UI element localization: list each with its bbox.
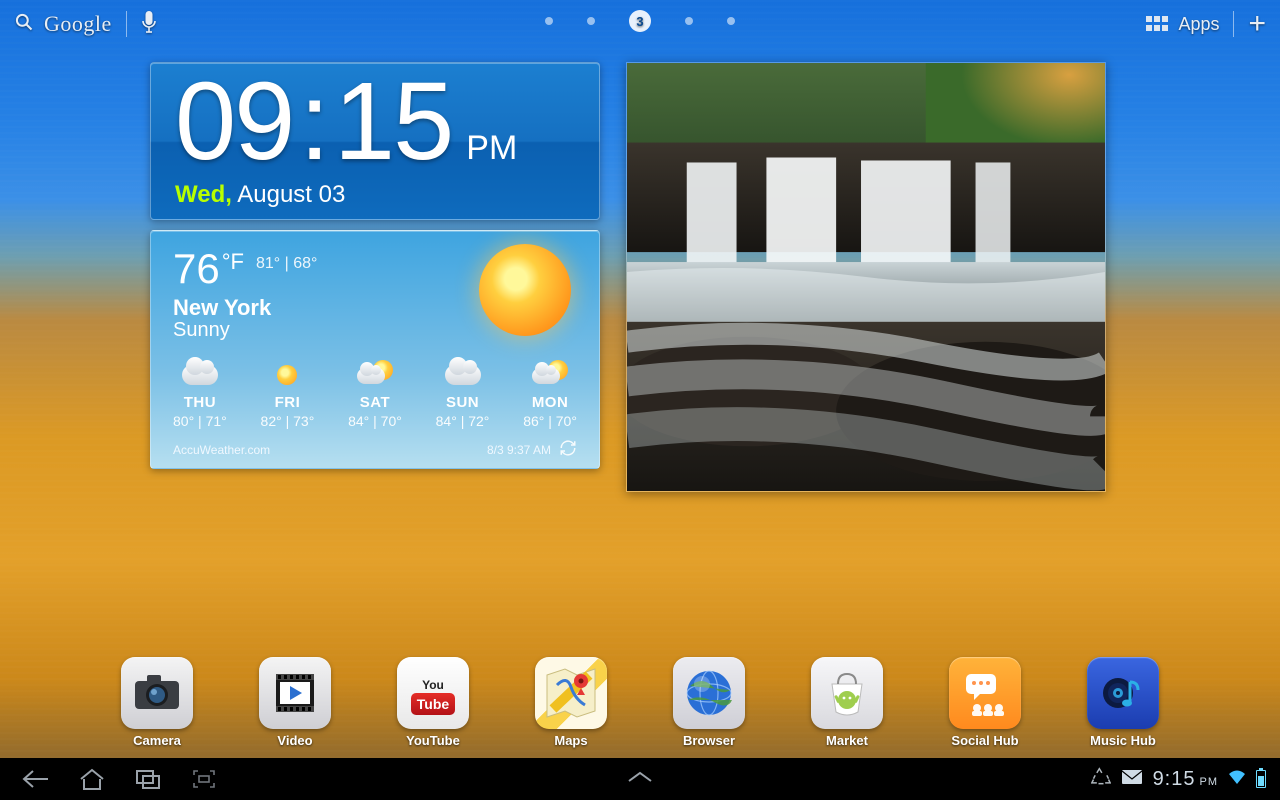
app-label: Video: [277, 733, 312, 748]
weather-high: 81°: [256, 255, 280, 272]
weather-low: 68°: [293, 255, 317, 272]
page-dot[interactable]: 3: [629, 10, 651, 32]
weather-location: New York: [173, 295, 317, 321]
weather-refresh-button[interactable]: [559, 439, 577, 460]
page-dot[interactable]: [685, 17, 693, 25]
app-browser[interactable]: Browser: [670, 657, 748, 748]
clock-month-day: August 03: [237, 181, 345, 208]
weather-provider: AccuWeather.com: [173, 443, 270, 457]
app-label: Market: [826, 733, 868, 748]
clock-colon: :: [299, 67, 328, 177]
app-musichub[interactable]: Music Hub: [1084, 657, 1162, 748]
page-dot[interactable]: [727, 17, 735, 25]
weather-forecast-row: THU 80° | 71° FRI 82° | 73° SAT 84° | 70° SUN 8…: [173, 360, 577, 429]
screenshot-button[interactable]: [176, 758, 232, 800]
status-tray[interactable]: 9:15 PM: [1091, 767, 1272, 792]
app-label: Browser: [683, 733, 735, 748]
app-label: Maps: [554, 733, 587, 748]
forecast-day-name: MON: [523, 394, 577, 411]
recent-apps-button[interactable]: [120, 758, 176, 800]
forecast-temps: 84° | 72°: [436, 413, 490, 429]
statusbar-clock-ampm: PM: [1200, 776, 1219, 788]
forecast-day-name: SAT: [348, 394, 402, 411]
forecast-day: FRI 82° | 73°: [261, 360, 315, 429]
statusbar-clock: 9:15 PM: [1153, 768, 1218, 791]
separator: [126, 11, 127, 37]
weather-temp-unit: °F: [222, 249, 244, 275]
forecast-icon: [436, 360, 490, 390]
app-label: Camera: [133, 733, 181, 748]
clock-date: Wed, August 03: [175, 181, 575, 209]
forecast-temps: 80° | 71°: [173, 413, 227, 429]
forecast-temps: 82° | 73°: [261, 413, 315, 429]
apps-button[interactable]: Apps: [1146, 14, 1219, 35]
google-search-button[interactable]: Google: [14, 11, 112, 37]
back-button[interactable]: [8, 758, 64, 800]
separator: [1233, 11, 1234, 37]
forecast-day: SUN 84° | 72°: [436, 360, 490, 429]
top-bar: Google 3 Apps +: [0, 0, 1280, 48]
apps-grid-icon: [1146, 16, 1168, 32]
forecast-temps: 86° | 70°: [523, 413, 577, 429]
weather-updated: 8/3 9:37 AM: [487, 443, 551, 457]
app-youtube[interactable]: YouTubeYouTube: [394, 657, 472, 748]
page-dot[interactable]: [587, 17, 595, 25]
app-camera[interactable]: Camera: [118, 657, 196, 748]
app-dock: Camera Video YouTubeYouTube Maps Browser Mark…: [0, 657, 1280, 748]
forecast-day: SAT 84° | 70°: [348, 360, 402, 429]
forecast-day: MON 86° | 70°: [523, 360, 577, 429]
system-bar: 9:15 PM: [0, 758, 1280, 800]
recycle-icon: [1091, 767, 1111, 792]
clock-ampm: PM: [466, 129, 517, 168]
forecast-day-name: SUN: [436, 394, 490, 411]
forecast-day-name: FRI: [261, 394, 315, 411]
forecast-icon: [261, 360, 315, 390]
photo-frame-widget[interactable]: [626, 62, 1106, 492]
app-video[interactable]: Video: [256, 657, 334, 748]
app-socialhub[interactable]: Social Hub: [946, 657, 1024, 748]
forecast-icon: [173, 360, 227, 390]
clock-minutes: 15: [334, 67, 452, 177]
customize-button[interactable]: +: [1248, 7, 1266, 41]
wifi-icon: [1228, 768, 1246, 791]
app-label: Social Hub: [951, 733, 1018, 748]
app-maps[interactable]: Maps: [532, 657, 610, 748]
statusbar-clock-time: 9:15: [1153, 768, 1196, 791]
page-dot[interactable]: [545, 17, 553, 25]
sun-icon: [479, 244, 571, 336]
clock-hours: 09: [175, 67, 293, 177]
search-icon: [14, 12, 34, 37]
weather-temp: 76: [173, 245, 220, 293]
app-label: Music Hub: [1090, 733, 1156, 748]
mail-notification-icon: [1121, 769, 1143, 790]
battery-icon: [1256, 770, 1266, 788]
mini-launcher-button[interactable]: [626, 770, 654, 789]
home-button[interactable]: [64, 758, 120, 800]
forecast-day: THU 80° | 71°: [173, 360, 227, 429]
voice-search-button[interactable]: [141, 10, 157, 39]
apps-label: Apps: [1178, 14, 1219, 35]
google-search-label: Google: [44, 11, 112, 37]
page-indicator: 3: [545, 10, 735, 32]
forecast-day-name: THU: [173, 394, 227, 411]
clock-day-of-week: Wed,: [175, 181, 232, 208]
clock-time: 09 : 15 PM: [175, 63, 575, 177]
app-label: YouTube: [406, 733, 460, 748]
forecast-icon: [523, 360, 577, 390]
widget-area: 09 : 15 PM Wed, August 03 76 °F 81° | 68…: [150, 62, 1106, 492]
weather-condition: Sunny: [173, 319, 317, 342]
weather-widget[interactable]: 76 °F 81° | 68° New York Sunny THU 80° | …: [150, 230, 600, 469]
weather-summary: 76 °F 81° | 68° New York Sunny: [173, 245, 317, 342]
forecast-icon: [348, 360, 402, 390]
app-market[interactable]: Market: [808, 657, 886, 748]
forecast-temps: 84° | 70°: [348, 413, 402, 429]
clock-widget[interactable]: 09 : 15 PM Wed, August 03: [150, 62, 600, 220]
